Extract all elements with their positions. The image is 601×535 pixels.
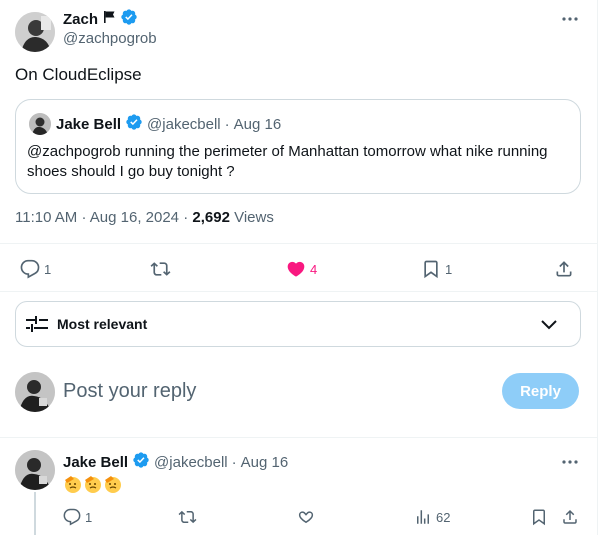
black-flag-icon (102, 10, 116, 29)
heart-filled-icon (286, 259, 306, 279)
tweet-meta: 11:10 AM · Aug 16, 2024 · 2,692 Views (15, 209, 274, 226)
share-button[interactable] (554, 259, 574, 279)
reply-button[interactable]: 1 (63, 508, 92, 526)
views-count: 2,692 (192, 209, 230, 226)
author-handle[interactable]: @zachpogrob (63, 30, 157, 47)
more-horizontal-icon[interactable] (561, 453, 579, 476)
column-border (597, 0, 598, 535)
verified-badge-icon[interactable] (120, 8, 138, 31)
reply-icon (63, 508, 81, 526)
reply-button[interactable]: 1 (20, 259, 51, 279)
retweet-icon (178, 508, 197, 526)
tweet-time[interactable]: 11:10 AM (15, 209, 77, 226)
views-count: 62 (436, 509, 451, 525)
quote-author-handle: @jakecbell (147, 115, 221, 133)
heart-outline-icon (297, 508, 315, 526)
separator-dot: · (183, 209, 189, 226)
share-button[interactable] (561, 508, 579, 526)
quote-header: Jake Bell @jakecbell · Aug 16 (56, 113, 282, 136)
separator-dot: · (231, 453, 237, 471)
like-button[interactable] (297, 508, 315, 526)
analytics-bars-icon (414, 508, 432, 526)
reply-input[interactable]: Post your reply (63, 380, 196, 403)
quote-avatar (29, 113, 51, 135)
retweet-button[interactable] (150, 259, 171, 279)
verified-badge-icon[interactable] (132, 451, 150, 474)
bookmark-button[interactable]: 1 (421, 259, 452, 279)
reply-icon (20, 259, 40, 279)
reply-count: 1 (44, 261, 52, 277)
like-count: 4 (310, 261, 318, 277)
tweet-date[interactable]: Aug 16, 2024 (90, 209, 179, 226)
bookmark-icon (421, 259, 441, 279)
avatar[interactable] (15, 12, 55, 52)
quote-author-name: Jake Bell (56, 115, 122, 133)
quote-date: Aug 16 (233, 115, 282, 133)
quote-text-line: @zachpogrob running the perimeter of Man… (27, 143, 548, 160)
share-icon (554, 259, 574, 279)
views-button[interactable]: 62 (414, 508, 450, 526)
reply-avatar[interactable] (15, 450, 55, 490)
avatar[interactable] (15, 372, 55, 412)
like-button[interactable]: 4 (286, 259, 317, 279)
reply-date[interactable]: Aug 16 (241, 454, 289, 471)
chevron-down-icon (539, 316, 559, 339)
sliders-icon (26, 314, 48, 339)
reply-count: 1 (85, 509, 93, 525)
share-icon (561, 508, 579, 526)
tweet-text: On CloudEclipse (15, 65, 142, 84)
separator-dot: · (224, 115, 230, 133)
bookmark-icon (530, 508, 548, 526)
sort-label: Most relevant (57, 316, 148, 332)
thread-connector (34, 492, 36, 535)
divider (0, 243, 597, 244)
quote-text-line: shoes should I go buy tonight ? (27, 163, 235, 180)
divider (0, 291, 597, 292)
reply-author-handle[interactable]: @jakecbell (154, 454, 228, 471)
reply-header: Jake Bell @jakecbell · Aug 16 (63, 451, 289, 474)
quote-text: @zachpogrob running the perimeter of Man… (27, 142, 548, 182)
divider (0, 437, 597, 438)
more-horizontal-icon[interactable] (561, 10, 579, 33)
retweet-button[interactable] (178, 508, 197, 526)
reply-submit-button[interactable]: Reply (502, 373, 579, 409)
bookmark-count: 1 (445, 261, 453, 277)
retweet-icon (150, 259, 171, 279)
author-name-row: Zach (63, 8, 138, 31)
separator-dot: · (81, 209, 87, 226)
verified-badge-icon (125, 113, 143, 136)
bookmark-button[interactable] (530, 508, 548, 526)
author-name[interactable]: Zach (63, 11, 98, 28)
views-label: Views (234, 209, 274, 226)
reply-author-name[interactable]: Jake Bell (63, 454, 128, 471)
reply-emoji-text: 🫡🫡🫡 (63, 474, 123, 498)
